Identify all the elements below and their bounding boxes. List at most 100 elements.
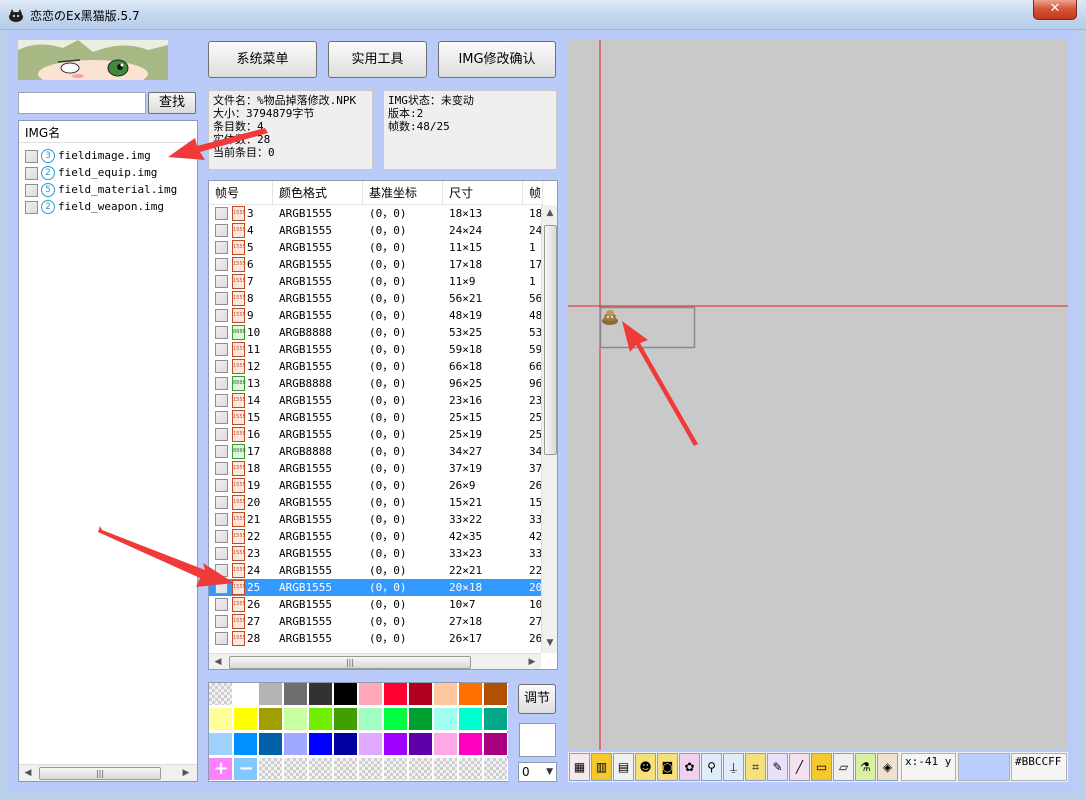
preview-canvas[interactable] <box>568 40 1068 750</box>
list-item[interactable]: 5 field_material.img <box>25 182 195 199</box>
color-swatch[interactable] <box>309 683 333 706</box>
adjust-button[interactable]: 调节 <box>518 684 556 714</box>
table-row[interactable]: 1555 8 ARGB1555 (0，0) 56×21 56 <box>209 290 541 307</box>
pencil-icon[interactable]: ✎ <box>767 753 788 781</box>
table-row[interactable]: 1555 14 ARGB1555 (0，0) 23×16 23 <box>209 392 541 409</box>
magnifier-icon[interactable]: ⚲ <box>701 753 722 781</box>
table-row[interactable]: 1555 26 ARGB1555 (0，0) 10×7 10 <box>209 596 541 613</box>
tools-button[interactable]: 实用工具 <box>328 41 427 78</box>
color-swatch[interactable] <box>234 708 258 731</box>
color-swatch[interactable] <box>209 733 233 756</box>
table-row[interactable]: 8888 13 ARGB8888 (0，0) 96×25 96 <box>209 375 541 392</box>
table-row[interactable]: 1555 12 ARGB1555 (0，0) 66×18 66 <box>209 358 541 375</box>
empty-swatch[interactable] <box>459 758 483 781</box>
color-swatch[interactable] <box>259 708 283 731</box>
rect-icon[interactable]: ▭ <box>811 753 832 781</box>
film-icon[interactable]: ▤ <box>613 753 634 781</box>
empty-swatch[interactable] <box>334 758 358 781</box>
table-row[interactable]: 1555 6 ARGB1555 (0，0) 17×18 17 <box>209 256 541 273</box>
empty-swatch[interactable] <box>384 758 408 781</box>
color-swatch[interactable] <box>234 683 258 706</box>
color-swatch[interactable] <box>459 733 483 756</box>
eyedropper-icon[interactable]: ⚗ <box>855 753 876 781</box>
color-swatch[interactable] <box>284 708 308 731</box>
row-checkbox[interactable] <box>215 445 228 458</box>
row-checkbox[interactable] <box>215 360 228 373</box>
frame-table-vscrollbar[interactable]: ▲ ▼ <box>541 205 557 653</box>
empty-swatch[interactable] <box>284 758 308 781</box>
table-row[interactable]: 8888 17 ARGB8888 (0，0) 34×27 34 <box>209 443 541 460</box>
add-color-icon[interactable]: + <box>209 758 233 781</box>
table-row[interactable]: 1555 19 ARGB1555 (0，0) 26×9 26 <box>209 477 541 494</box>
color-swatch[interactable] <box>259 733 283 756</box>
stamp-icon[interactable]: ⍊ <box>723 753 744 781</box>
row-checkbox[interactable] <box>215 598 228 611</box>
table-row[interactable]: 1555 7 ARGB1555 (0，0) 11×9 1 <box>209 273 541 290</box>
table-row[interactable]: 1555 15 ARGB1555 (0，0) 25×15 25 <box>209 409 541 426</box>
row-checkbox[interactable] <box>215 479 228 492</box>
column-header[interactable]: 基准坐标 <box>363 181 443 205</box>
img-checkbox[interactable] <box>25 201 38 214</box>
row-checkbox[interactable] <box>215 530 228 543</box>
line-icon[interactable]: ╱ <box>789 753 810 781</box>
scroll-thumb[interactable]: ||| <box>229 656 471 669</box>
row-checkbox[interactable] <box>215 377 228 390</box>
grid-icon[interactable]: ▦ <box>569 753 590 781</box>
img-list-hscrollbar[interactable]: ◀ ||| ▶ <box>19 764 197 781</box>
list-item[interactable]: 2 field_equip.img <box>25 165 195 182</box>
scroll-right-icon[interactable]: ▶ <box>525 656 539 669</box>
table-row[interactable]: 1555 9 ARGB1555 (0，0) 48×19 48 <box>209 307 541 324</box>
color-swatch[interactable] <box>434 708 458 731</box>
camera-icon[interactable]: ◙ <box>657 753 678 781</box>
table-row[interactable]: 1555 24 ARGB1555 (0，0) 22×21 22 <box>209 562 541 579</box>
color-swatch[interactable] <box>234 733 258 756</box>
color-swatch[interactable] <box>334 733 358 756</box>
frame-table-hscrollbar[interactable]: ◀ ||| ▶ <box>209 653 541 669</box>
row-checkbox[interactable] <box>215 241 228 254</box>
color-swatch[interactable] <box>484 733 508 756</box>
color-swatch[interactable] <box>359 733 383 756</box>
color-swatch[interactable] <box>384 683 408 706</box>
img-checkbox[interactable] <box>25 184 38 197</box>
table-row[interactable]: 1555 28 ARGB1555 (0，0) 26×17 26 <box>209 630 541 647</box>
table-row[interactable]: 1555 16 ARGB1555 (0，0) 25×19 25 <box>209 426 541 443</box>
color-swatch[interactable] <box>409 733 433 756</box>
palette-icon[interactable]: ▥ <box>591 753 612 781</box>
current-color-preview[interactable] <box>519 723 556 757</box>
scroll-up-icon[interactable]: ▲ <box>543 207 557 220</box>
column-header[interactable]: 帧号 <box>209 181 273 205</box>
color-swatch[interactable] <box>484 708 508 731</box>
empty-swatch[interactable] <box>309 758 333 781</box>
img-confirm-button[interactable]: IMG修改确认 <box>438 41 556 78</box>
color-swatch[interactable] <box>334 683 358 706</box>
scroll-down-icon[interactable]: ▼ <box>543 637 557 650</box>
color-swatch[interactable] <box>409 683 433 706</box>
column-header[interactable]: 尺寸 <box>443 181 523 205</box>
empty-swatch[interactable] <box>484 758 508 781</box>
table-row[interactable]: 1555 22 ARGB1555 (0，0) 42×35 42 <box>209 528 541 545</box>
row-checkbox[interactable] <box>215 496 228 509</box>
empty-swatch[interactable] <box>359 758 383 781</box>
row-checkbox[interactable] <box>215 292 228 305</box>
color-swatch[interactable] <box>384 708 408 731</box>
scroll-thumb[interactable]: ||| <box>39 767 161 780</box>
close-button[interactable]: ✕ <box>1033 0 1077 20</box>
row-checkbox[interactable] <box>215 564 228 577</box>
table-row[interactable]: 8888 10 ARGB8888 (0，0) 53×25 53 <box>209 324 541 341</box>
color-swatch[interactable] <box>309 708 333 731</box>
transparent-swatch[interactable] <box>209 683 233 706</box>
empty-swatch[interactable] <box>409 758 433 781</box>
row-checkbox[interactable] <box>215 309 228 322</box>
table-row[interactable]: 1555 4 ARGB1555 (0，0) 24×24 24 <box>209 222 541 239</box>
scroll-thumb[interactable] <box>544 225 557 455</box>
row-checkbox[interactable] <box>215 343 228 356</box>
color-swatch[interactable] <box>434 683 458 706</box>
scroll-right-icon[interactable]: ▶ <box>179 767 193 780</box>
crop-icon[interactable]: ⌗ <box>745 753 766 781</box>
tag-icon[interactable]: ◈ <box>877 753 898 781</box>
eraser-icon[interactable]: ▱ <box>833 753 854 781</box>
search-button[interactable]: 查找 <box>148 92 196 114</box>
column-header[interactable]: 帧 <box>523 181 543 205</box>
empty-swatch[interactable] <box>434 758 458 781</box>
row-checkbox[interactable] <box>215 462 228 475</box>
